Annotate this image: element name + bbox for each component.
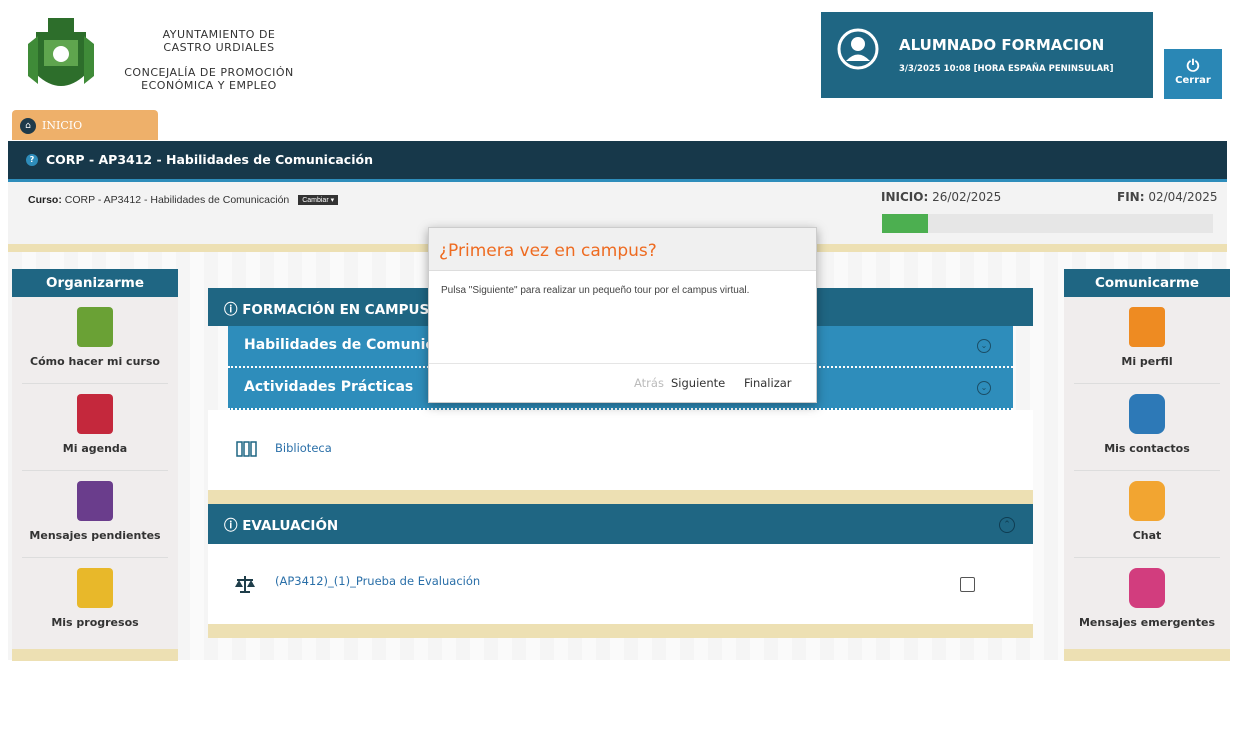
modal-header: ¿Primera vez en campus?	[429, 228, 816, 271]
right-panel-title: Comunicarme	[1064, 269, 1230, 297]
evaluation-link[interactable]: (AP3412)_(1)_Prueba de Evaluación	[275, 574, 480, 588]
end-label: FIN:	[1117, 190, 1145, 204]
divider	[208, 490, 1033, 504]
section-title: ⓘ FORMACIÓN EN CAMPUS	[224, 302, 430, 318]
right-panel-footer	[1064, 649, 1230, 661]
course-title-bar: ? CORP - AP3412 - Habilidades de Comunic…	[8, 141, 1227, 182]
back-button[interactable]: Atrás	[634, 376, 664, 390]
left-panel: Organizarme Cómo hacer mi curso Mi agend…	[12, 269, 178, 649]
scale-icon	[235, 576, 255, 593]
modal-footer: Atrás Siguiente Finalizar	[429, 363, 816, 402]
end-date: 02/04/2025	[1148, 190, 1218, 204]
power-icon: ⏻	[1186, 56, 1200, 75]
chat-icon	[1129, 481, 1165, 521]
logout-label: Cerrar	[1175, 75, 1211, 86]
sidebar-item-label: Mis contactos	[1104, 442, 1190, 455]
tab-inicio[interactable]: ⌂ INICIO	[12, 110, 158, 140]
profile-card-icon	[1129, 307, 1165, 347]
course-progress-bar	[882, 214, 1213, 233]
org-line-2: CASTRO URDIALES	[163, 41, 275, 54]
info-clipboard-icon	[77, 307, 113, 347]
section-title-text: EVALUACIÓN	[242, 518, 339, 534]
calendar-clipboard-icon	[77, 394, 113, 434]
session-datetime: 3/3/2025 10:08 [HORA ESPAÑA PENINSULAR]	[899, 64, 1114, 74]
sidebar-item-como-hacer[interactable]: Cómo hacer mi curso	[22, 297, 168, 384]
tour-modal: ¿Primera vez en campus? Pulsa "Siguiente…	[428, 227, 817, 403]
home-icon: ⌂	[20, 118, 36, 134]
list-item: Biblioteca	[208, 410, 1033, 490]
course-start: INICIO: 26/02/2025	[881, 190, 1001, 204]
library-books-icon	[236, 441, 257, 457]
right-panel: Comunicarme Mi perfil Mis contactos Chat…	[1064, 269, 1230, 649]
municipal-logo: AYUNTAMIENTO DE CASTRO URDIALES CONCEJAL…	[14, 12, 310, 108]
left-panel-footer	[12, 649, 178, 661]
user-info-panel: ALUMNADO FORMACION 3/3/2025 10:08 [HORA …	[821, 12, 1153, 98]
section-title-text: FORMACIÓN EN CAMPUS	[242, 302, 430, 318]
course-progress-fill	[882, 214, 929, 233]
section-title: ⓘ EVALUACIÓN	[224, 518, 339, 534]
org-line-3: CONCEJALÍA DE PROMOCIÓN	[124, 66, 294, 79]
sidebar-item-label: Mis progresos	[51, 616, 139, 629]
document-clipboard-icon	[77, 481, 113, 521]
org-name: AYUNTAMIENTO DE CASTRO URDIALES	[134, 28, 304, 54]
divider	[208, 624, 1033, 638]
course-name: CORP - AP3412 - Habilidades de Comunicac…	[64, 194, 290, 206]
org-line-4: ECONÓMICA Y EMPLEO	[141, 79, 277, 92]
chevron-down-icon: ⌄	[977, 381, 991, 395]
change-course-button[interactable]: Cambiar ▾	[298, 195, 339, 205]
department-name: CONCEJALÍA DE PROMOCIÓN ECONÓMICA Y EMPL…	[104, 66, 314, 92]
start-date: 26/02/2025	[932, 190, 1002, 204]
chevron-down-icon: ⌄	[977, 339, 991, 353]
pencil-clipboard-icon	[77, 568, 113, 608]
sidebar-item-mis-contactos[interactable]: Mis contactos	[1074, 384, 1220, 471]
course-title: CORP - AP3412 - Habilidades de Comunicac…	[46, 152, 373, 167]
next-button[interactable]: Siguiente	[671, 376, 725, 390]
list-item: (AP3412)_(1)_Prueba de Evaluación	[208, 544, 1033, 624]
course-selector: Curso: CORP - AP3412 - Habilidades de Co…	[28, 194, 339, 206]
coat-of-arms-icon	[28, 18, 94, 86]
section-evaluacion[interactable]: ⓘ EVALUACIÓN ⌃	[208, 504, 1033, 544]
sidebar-item-label: Mensajes emergentes	[1078, 616, 1216, 629]
sidebar-item-chat[interactable]: Chat	[1074, 471, 1220, 558]
contacts-icon	[1129, 394, 1165, 434]
course-end: FIN: 02/04/2025	[1117, 190, 1218, 204]
sidebar-item-mensajes-emergentes[interactable]: Mensajes emergentes	[1074, 558, 1220, 644]
sidebar-item-mi-perfil[interactable]: Mi perfil	[1074, 297, 1220, 384]
sidebar-item-label: Mi perfil	[1121, 355, 1173, 368]
user-avatar-icon	[837, 28, 879, 70]
sidebar-item-label: Cómo hacer mi curso	[30, 355, 160, 368]
chevron-up-icon[interactable]: ⌃	[999, 517, 1015, 533]
sidebar-item-label: Mensajes pendientes	[29, 529, 161, 542]
popup-messages-icon	[1129, 568, 1165, 608]
tab-label: INICIO	[42, 119, 83, 132]
sidebar-item-progresos[interactable]: Mis progresos	[22, 558, 168, 644]
biblioteca-link[interactable]: Biblioteca	[275, 441, 332, 455]
completion-checkbox[interactable]	[960, 577, 975, 592]
sidebar-item-label: Chat	[1132, 529, 1162, 542]
subsection-title: Actividades Prácticas	[244, 379, 414, 395]
sidebar-item-mensajes-pendientes[interactable]: Mensajes pendientes	[22, 471, 168, 558]
help-icon[interactable]: ?	[26, 154, 38, 166]
change-course-label: Cambiar	[302, 197, 329, 204]
sidebar-item-agenda[interactable]: Mi agenda	[22, 384, 168, 471]
logout-button[interactable]: ⏻ Cerrar	[1164, 49, 1222, 99]
org-line-1: AYUNTAMIENTO DE	[162, 28, 276, 41]
sidebar-item-label: Mi agenda	[62, 442, 128, 455]
start-label: INICIO:	[881, 190, 929, 204]
left-panel-title: Organizarme	[12, 269, 178, 297]
user-name: ALUMNADO FORMACION	[899, 36, 1105, 54]
modal-body: Pulsa "Siguiente" para realizar un peque…	[441, 285, 750, 296]
finish-button[interactable]: Finalizar	[744, 376, 792, 390]
course-label: Curso:	[28, 194, 62, 206]
modal-title: ¿Primera vez en campus?	[439, 241, 657, 261]
